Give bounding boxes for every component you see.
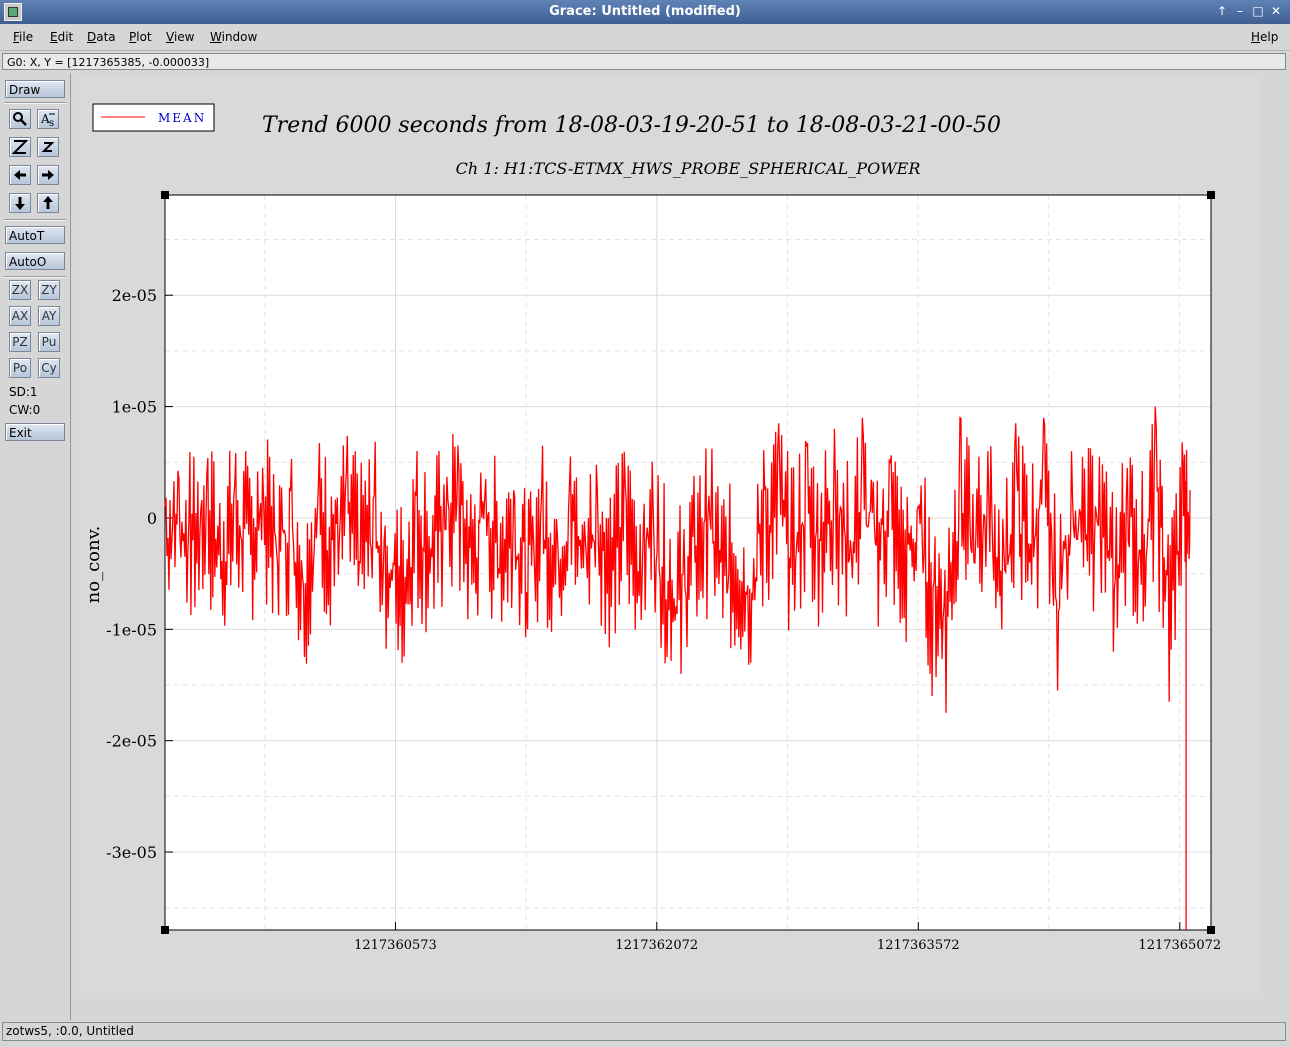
zoom-out-button[interactable] <box>37 137 59 157</box>
menu-window[interactable]: Window <box>210 30 257 44</box>
arrow-up-icon <box>43 196 53 209</box>
y-axis: -3e-05 -2e-05 -1e-05 0 1e-05 2e-05 <box>106 286 173 862</box>
zoom-y-button[interactable]: ZY <box>38 280 60 300</box>
y-axis-label: no_conv. <box>83 526 104 604</box>
menu-view[interactable]: View <box>166 30 194 44</box>
menu-edit[interactable]: Edit <box>50 30 73 44</box>
window-title: Grace: Untitled (modified) <box>549 4 741 19</box>
pz-button[interactable]: PZ <box>9 332 31 352</box>
autoscale-text-icon: As <box>40 112 55 127</box>
y-tick-label: -2e-05 <box>106 732 157 751</box>
resize-handle[interactable] <box>161 191 169 199</box>
zoom-out-icon <box>41 142 55 152</box>
window-titlebar: Grace: Untitled (modified) ↑ – □ ✕ <box>0 0 1290 24</box>
arrow-down-icon <box>15 197 25 210</box>
scroll-up-button[interactable] <box>37 193 59 213</box>
autoscale-on-button[interactable]: AutoO <box>5 252 65 270</box>
y-tick-label: -1e-05 <box>106 620 157 639</box>
resize-handle[interactable] <box>161 926 169 934</box>
locator-bar: G0: X, Y = [1217365385, -0.000033] <box>2 53 1286 70</box>
autoscale-x-button[interactable]: AX <box>9 306 31 326</box>
toolbar: Draw As AutoT AutoO ZX ZY AX AY PZ Pu Po… <box>0 73 71 1020</box>
arrow-left-icon <box>14 170 26 180</box>
menu-data[interactable]: Data <box>87 30 116 44</box>
close-icon[interactable]: ✕ <box>1268 3 1284 20</box>
menu-file[interactable]: File <box>13 30 33 44</box>
zoom-button[interactable] <box>9 109 31 129</box>
resize-handle[interactable] <box>1207 191 1215 199</box>
set-depth-label: SD:1 <box>9 385 38 399</box>
pop-button[interactable]: Po <box>9 358 31 378</box>
zoom-in-icon <box>12 140 28 154</box>
keep-above-icon[interactable]: ↑ <box>1214 3 1230 20</box>
exit-button[interactable]: Exit <box>5 423 65 441</box>
toolbar-separator <box>4 219 66 221</box>
svg-text:s: s <box>49 118 54 127</box>
scroll-down-button[interactable] <box>9 193 31 213</box>
zoom-x-button[interactable]: ZX <box>9 280 31 300</box>
x-tick-label: 1217363572 <box>877 938 960 953</box>
cycle-button[interactable]: Cy <box>38 358 60 378</box>
maximize-icon[interactable]: □ <box>1250 3 1266 20</box>
autoscale-y-button[interactable]: AY <box>38 306 60 326</box>
menubar: File Edit Data Plot View Window Help <box>0 25 1290 51</box>
y-tick-label: -3e-05 <box>106 843 157 862</box>
legend-label: MEAN <box>158 111 206 125</box>
x-tick-label: 1217360573 <box>354 938 437 953</box>
x-tick-label: 1217362072 <box>615 938 698 953</box>
chart[interactable]: MEAN Trend 6000 seconds from 18-08-03-19… <box>73 78 1261 993</box>
plot-page[interactable]: MEAN Trend 6000 seconds from 18-08-03-19… <box>73 78 1261 993</box>
scroll-left-button[interactable] <box>9 165 31 185</box>
menu-plot[interactable]: Plot <box>129 30 152 44</box>
minimize-icon[interactable]: – <box>1232 3 1248 20</box>
scroll-right-button[interactable] <box>37 165 59 185</box>
zoom-in-button[interactable] <box>9 137 31 157</box>
autoscale-ticks-button[interactable]: AutoT <box>5 226 65 244</box>
y-tick-label: 0 <box>147 509 157 528</box>
push-button[interactable]: Pu <box>38 332 60 352</box>
status-bar: zotws5, :0.0, Untitled <box>2 1022 1286 1041</box>
zoom-icon <box>13 112 27 126</box>
autoscale-text-button[interactable]: As <box>37 109 59 129</box>
y-tick-label: 1e-05 <box>112 398 157 417</box>
toolbar-separator <box>4 102 66 104</box>
draw-button[interactable]: Draw <box>5 80 65 98</box>
chart-title: Trend 6000 seconds from 18-08-03-19-20-5… <box>262 113 1001 138</box>
y-tick-label: 2e-05 <box>112 286 157 305</box>
resize-handle[interactable] <box>1207 926 1215 934</box>
x-tick-label: 1217365072 <box>1138 938 1221 953</box>
vertical-scrollbar-area <box>1263 73 1283 1020</box>
arrow-right-icon <box>42 170 54 180</box>
chart-subtitle: Ch 1: H1:TCS-ETMX_HWS_PROBE_SPHERICAL_PO… <box>456 159 921 178</box>
toolbar-separator <box>4 276 66 278</box>
current-world-label: CW:0 <box>9 403 41 417</box>
menu-help[interactable]: Help <box>1251 30 1278 44</box>
canvas-area[interactable]: MEAN Trend 6000 seconds from 18-08-03-19… <box>73 73 1288 1020</box>
